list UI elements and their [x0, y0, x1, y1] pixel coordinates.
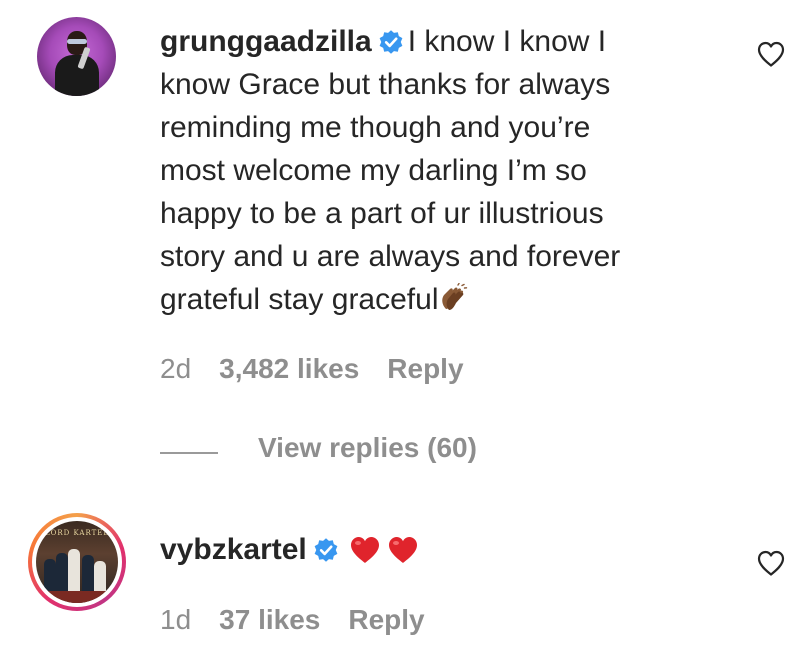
avatar-person: [44, 559, 56, 593]
comment-age: 1d: [160, 604, 192, 635]
like-heart-icon[interactable]: [756, 40, 786, 68]
clapping-hands-icon: [442, 283, 468, 310]
avatar-figure-glasses: [67, 39, 87, 44]
red-heart-icon: [350, 537, 379, 563]
verified-badge-icon: [314, 538, 338, 562]
comment-body: vybzkartel: [160, 528, 419, 571]
red-heart-icon: [388, 537, 417, 563]
avatar-group-photo: [44, 547, 110, 593]
comment-meta: 2d 3,482 likes Reply: [160, 353, 492, 385]
reply-button[interactable]: Reply: [348, 604, 424, 635]
comment-body: grunggaadzilla I know I know I know Grac…: [160, 20, 720, 321]
comment-meta: 1d 37 likes Reply: [160, 604, 453, 636]
view-replies-button[interactable]: View replies (60): [258, 432, 477, 464]
comment-line: grateful stay graceful: [160, 283, 439, 316]
comment-username[interactable]: grunggaadzilla: [160, 25, 372, 58]
avatar-grunggaadzilla[interactable]: [37, 17, 116, 96]
verified-badge-icon: [379, 30, 403, 54]
avatar-banner-text: LORD KARTEL: [44, 529, 110, 537]
comment-username[interactable]: vybzkartel: [160, 533, 307, 566]
comment-line: reminding me though and you’re: [160, 111, 591, 144]
avatar-figure: [55, 55, 99, 96]
likes-count[interactable]: 3,482 likes: [219, 353, 359, 384]
avatar-vybzkartel[interactable]: LORD KARTEL: [36, 521, 118, 603]
comment-age: 2d: [160, 353, 192, 384]
comment-line: I know I know I: [407, 25, 607, 58]
comment-line: happy to be a part of ur illustrious: [160, 197, 604, 230]
replies-divider: [160, 452, 218, 454]
comment-line: most welcome my darling I’m so: [160, 154, 587, 187]
avatar-stage: [36, 591, 118, 603]
avatar-person: [94, 561, 106, 593]
likes-count[interactable]: 37 likes: [219, 604, 320, 635]
avatar-person: [68, 549, 80, 593]
reply-button[interactable]: Reply: [387, 353, 463, 384]
avatar-person: [56, 553, 68, 593]
like-heart-icon[interactable]: [756, 549, 786, 577]
avatar-person: [82, 555, 94, 593]
comment-line: know Grace but thanks for always: [160, 68, 611, 101]
comment-line: story and u are always and forever: [160, 240, 621, 273]
